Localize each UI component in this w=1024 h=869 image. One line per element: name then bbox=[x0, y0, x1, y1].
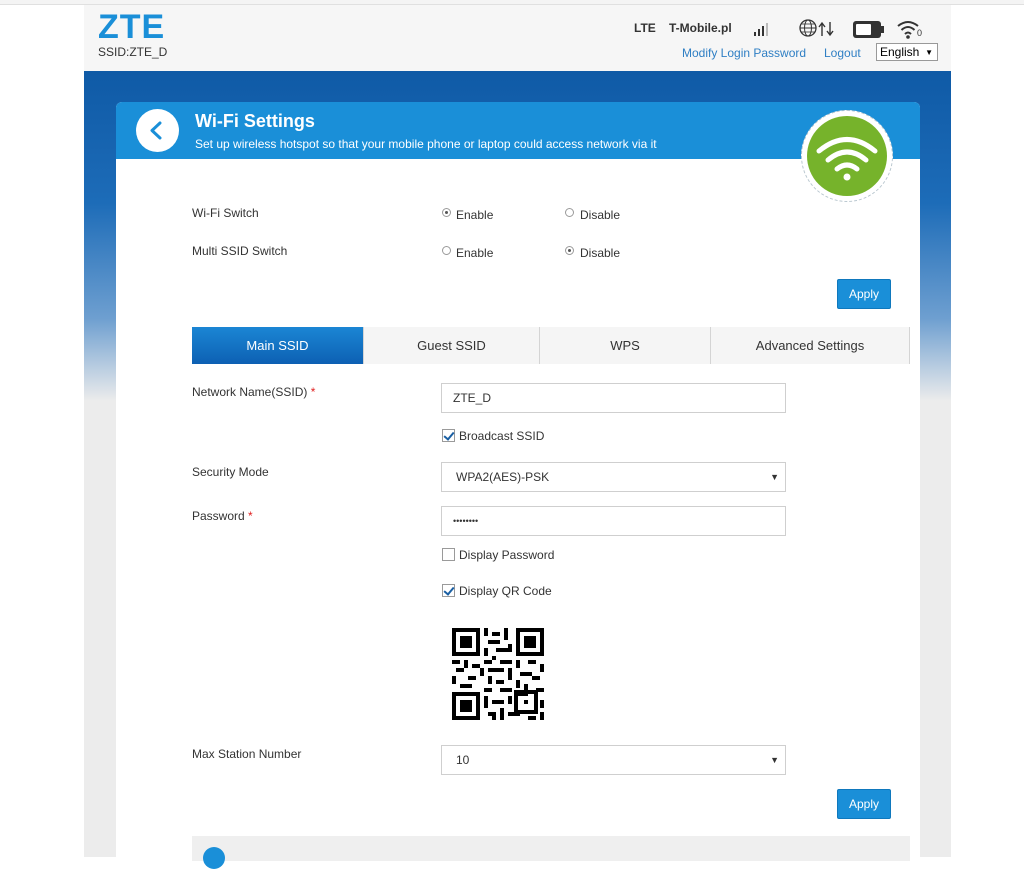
security-mode-select[interactable]: WPA2(AES)-PSK ▼ bbox=[441, 462, 786, 492]
language-value: English bbox=[880, 45, 920, 59]
broadcast-ssid-checkbox[interactable] bbox=[442, 429, 455, 442]
globe-data-icon bbox=[799, 19, 834, 37]
ssid-input[interactable]: ZTE_D bbox=[441, 383, 786, 413]
max-station-value: 10 bbox=[456, 753, 470, 767]
signal-bars-icon bbox=[754, 23, 768, 36]
display-password-checkbox[interactable] bbox=[442, 548, 455, 561]
wifi-disable-radio[interactable] bbox=[565, 208, 574, 217]
modify-login-password-link[interactable]: Modify Login Password bbox=[682, 46, 806, 60]
multi-ssid-label: Multi SSID Switch bbox=[192, 244, 288, 258]
apply-ssid-button[interactable]: Apply bbox=[837, 789, 891, 819]
page-title: Wi-Fi Settings bbox=[195, 111, 315, 131]
broadcast-ssid-label: Broadcast SSID bbox=[459, 429, 545, 443]
operator-name: T-Mobile.pl bbox=[669, 21, 732, 35]
logout-link[interactable]: Logout bbox=[824, 46, 861, 60]
wifi-badge bbox=[807, 116, 887, 196]
multi-ssid-disable-radio[interactable] bbox=[565, 246, 574, 255]
display-password-label: Display Password bbox=[459, 548, 555, 562]
multi-ssid-disable-label: Disable bbox=[580, 246, 621, 260]
max-station-label: Max Station Number bbox=[192, 747, 302, 761]
required-mark: * bbox=[248, 509, 253, 523]
max-station-select[interactable]: 10 ▼ bbox=[441, 745, 786, 775]
tab-main-ssid[interactable]: Main SSID bbox=[192, 327, 364, 364]
password-input[interactable]: •••••••• bbox=[441, 506, 786, 536]
security-mode-value: WPA2(AES)-PSK bbox=[456, 470, 550, 484]
multi-ssid-enable-label: Enable bbox=[456, 246, 494, 260]
battery-icon bbox=[853, 21, 884, 38]
dropdown-arrow-icon: ▼ bbox=[770, 472, 779, 482]
help-section bbox=[192, 836, 910, 861]
security-mode-label: Security Mode bbox=[192, 465, 269, 479]
wifi-switch-label: Wi-Fi Switch bbox=[192, 206, 259, 220]
chevron-left-icon bbox=[150, 121, 162, 140]
display-qr-checkbox[interactable] bbox=[442, 584, 455, 597]
dropdown-arrow-icon: ▼ bbox=[925, 48, 933, 57]
help-icon bbox=[203, 847, 225, 869]
required-mark: * bbox=[310, 385, 316, 399]
tab-guest-ssid[interactable]: Guest SSID bbox=[364, 327, 540, 364]
dropdown-arrow-icon: ▼ bbox=[770, 755, 779, 765]
zte-logo: ZTE bbox=[98, 8, 166, 46]
password-field-label: Password * bbox=[192, 509, 253, 523]
back-button[interactable] bbox=[136, 109, 179, 152]
page-subtitle: Set up wireless hotspot so that your mob… bbox=[195, 137, 657, 151]
wifi-icon bbox=[816, 137, 878, 181]
apply-switch-button[interactable]: Apply bbox=[837, 279, 891, 309]
wifi-disable-label: Disable bbox=[580, 208, 621, 222]
wifi-enable-label: Enable bbox=[456, 208, 494, 222]
wifi-qr-code bbox=[452, 628, 544, 720]
password-label-text: Password bbox=[192, 509, 245, 523]
wifi-clients-count: 0 bbox=[917, 28, 923, 38]
multi-ssid-enable-radio[interactable] bbox=[442, 246, 451, 255]
ssid-label-text: Network Name(SSID) bbox=[192, 385, 308, 399]
ssid-label: SSID:ZTE_D bbox=[98, 45, 168, 59]
ssid-field-label: Network Name(SSID) * bbox=[192, 385, 315, 399]
tab-advanced-settings[interactable]: Advanced Settings bbox=[711, 327, 910, 364]
language-select[interactable]: English ▼ bbox=[876, 43, 938, 61]
display-qr-label: Display QR Code bbox=[459, 584, 552, 598]
network-type: LTE bbox=[634, 21, 656, 35]
tab-wps[interactable]: WPS bbox=[540, 327, 711, 364]
wifi-enable-radio[interactable] bbox=[442, 208, 451, 217]
